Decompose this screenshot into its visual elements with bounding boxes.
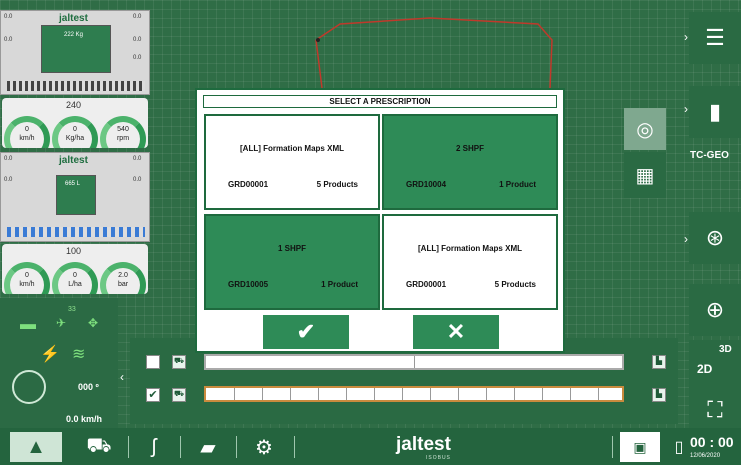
steering-wheel-icon: ⊛ bbox=[705, 225, 725, 250]
layers-icon: ▦ bbox=[635, 164, 655, 187]
center-target-button[interactable]: ◎ bbox=[624, 108, 666, 150]
fullscreen-icon: ⛶ bbox=[707, 397, 723, 422]
menu-button[interactable]: ☰ bbox=[689, 12, 741, 64]
sprayer-boom-graphic bbox=[7, 227, 145, 237]
implement-icon-2[interactable]: ⛟ bbox=[172, 388, 186, 402]
chevron-right-icon: › bbox=[684, 232, 688, 246]
home-button[interactable]: ▲ bbox=[10, 432, 62, 462]
prescription-card-1[interactable]: [ALL] Formation Maps XML GRD00001 5 Prod… bbox=[204, 114, 380, 210]
layout-icon: ▣ bbox=[633, 438, 647, 455]
display-layout-button[interactable]: ▣ bbox=[620, 432, 660, 462]
document-icon: ☰ bbox=[705, 25, 725, 50]
chevron-right-icon: › bbox=[684, 102, 688, 116]
autosteer-button[interactable]: ⊛ bbox=[689, 212, 741, 264]
prescription-card-3[interactable]: 1 SHPF GRD10005 1 Product bbox=[204, 214, 380, 310]
prescription-card-2[interactable]: 2 SHPF GRD10004 1 Product bbox=[382, 114, 558, 210]
gauge-panel-2[interactable]: 100 0 0 2.0 km/h L/ha bar bbox=[2, 244, 148, 294]
satellite-count: 33 bbox=[68, 306, 76, 313]
tractor-button[interactable]: ʃ bbox=[136, 432, 172, 462]
section-bar-1 bbox=[204, 354, 624, 370]
heading-readout: 000 º bbox=[78, 382, 99, 392]
chevron-left-icon: ‹ bbox=[120, 370, 124, 384]
date: 12/06/2020 bbox=[690, 453, 721, 459]
speed-readout: 0.0 km/h bbox=[66, 414, 103, 424]
chevron-right-icon: › bbox=[684, 30, 688, 44]
spreader-widget[interactable]: jaltest 0.0 0.0 0.0 0.0 0.0 222 Kg bbox=[0, 10, 150, 95]
isobus-label: ISOBUS bbox=[426, 455, 451, 461]
checkmark-icon: ✔ bbox=[296, 319, 316, 344]
home-icon: ▲ bbox=[26, 435, 46, 458]
map-layer-button[interactable]: ▦ bbox=[624, 152, 666, 198]
implement-icon[interactable]: ⛟ bbox=[172, 355, 186, 369]
close-icon: ✕ bbox=[446, 319, 466, 344]
cancel-button[interactable]: ✕ bbox=[413, 315, 499, 349]
steering-arrows-icon: ✥ bbox=[88, 316, 99, 330]
section-row-1-checkbox[interactable] bbox=[146, 355, 160, 369]
compass-icon bbox=[12, 370, 46, 404]
jaltest-logo: jaltest bbox=[396, 434, 451, 455]
tc-geo-label: TC-GEO bbox=[690, 150, 729, 161]
status-panel: ▬ ✈ 33 ✥ ⚡ ≋ bbox=[0, 298, 118, 428]
zoom-in-icon: ⊕ bbox=[705, 297, 725, 322]
left-implement-panel: jaltest 0.0 0.0 0.0 0.0 0.0 222 Kg 240 0… bbox=[0, 10, 150, 295]
jaltest-logo: jaltest bbox=[59, 13, 88, 24]
section-2-settings-icon[interactable]: ▙ bbox=[652, 388, 666, 402]
section-1-settings-icon[interactable]: ▙ bbox=[652, 355, 666, 369]
section-row-2-checkbox[interactable]: ✔ bbox=[146, 388, 160, 402]
clock: 00 : 00 bbox=[690, 434, 734, 450]
wifi-icon: ≋ bbox=[72, 346, 86, 363]
settings-button[interactable]: ⚙ bbox=[244, 432, 284, 462]
target-icon: ◎ bbox=[636, 118, 654, 141]
dialog-title: SELECT A PRESCRIPTION bbox=[203, 95, 557, 108]
boom-graphic bbox=[7, 81, 145, 91]
signal-icon: ⚡ bbox=[40, 346, 60, 363]
battery-status-icon: ▯ bbox=[674, 439, 684, 456]
sprayer-widget[interactable]: jaltest 0.0 0.0 0.0 0.0 665 L bbox=[0, 152, 150, 242]
gauge-panel-1[interactable]: 240 0 0 540 km/h Kg/ha rpm bbox=[2, 98, 148, 148]
confirm-button[interactable]: ✔ bbox=[263, 315, 349, 349]
taskbar: ▲ ⛟ ʃ ▰ ⚙ jaltest ISOBUS ▣ ▯ 00 : 00 12/… bbox=[0, 428, 741, 465]
trailer-icon: ⛟ bbox=[86, 434, 112, 457]
zoom-in-button[interactable]: ⊕ bbox=[689, 284, 741, 336]
prescription-card-4[interactable]: [ALL] Formation Maps XML GRD00001 5 Prod… bbox=[382, 214, 558, 310]
gear-icon: ⚙ bbox=[255, 436, 273, 459]
joystick-icon: ʃ bbox=[151, 435, 157, 458]
files-button[interactable]: ▰ bbox=[188, 432, 228, 462]
folder-icon: ▰ bbox=[200, 436, 216, 459]
gps-icon: ✈ bbox=[56, 316, 67, 330]
bars-icon: ▮ bbox=[708, 99, 722, 124]
prescription-dialog: SELECT A PRESCRIPTION [ALL] Formation Ma… bbox=[195, 88, 565, 353]
battery-icon: ▬ bbox=[20, 316, 36, 333]
implement-button[interactable]: ⛟ bbox=[76, 432, 122, 462]
section-bar-2 bbox=[204, 386, 624, 402]
tc-geo-button[interactable]: ▮ bbox=[689, 86, 741, 138]
